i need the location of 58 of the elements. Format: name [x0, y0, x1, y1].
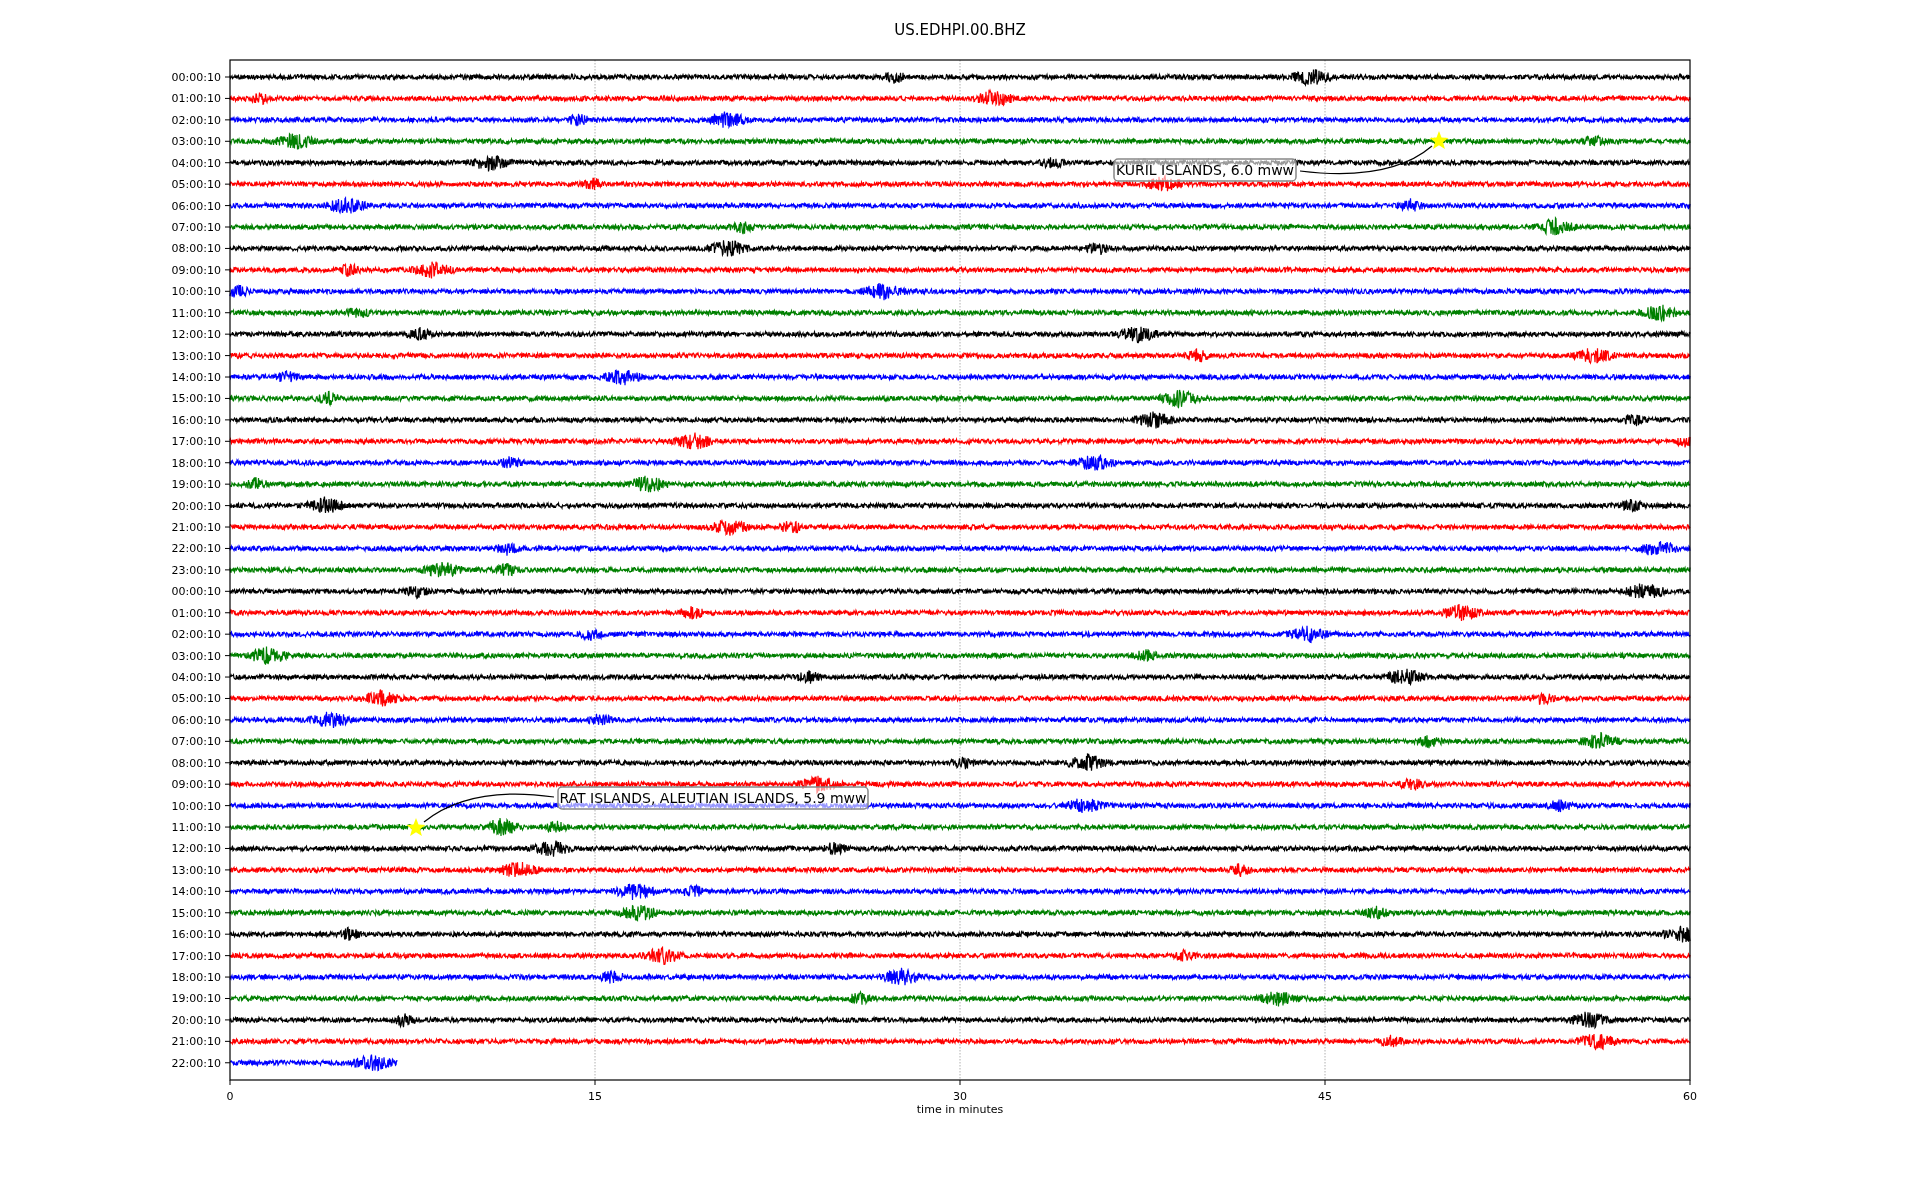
time-label: 22:00:10 [171, 1056, 221, 1070]
time-label: 18:00:10 [171, 971, 221, 985]
time-label: 14:00:10 [171, 885, 221, 899]
time-label: 16:00:10 [171, 413, 221, 427]
time-label: 20:00:10 [171, 1013, 221, 1027]
x-tick-label: 45 [1318, 1090, 1332, 1103]
time-label: 05:00:10 [171, 692, 221, 706]
x-tick-label: 15 [588, 1090, 602, 1103]
time-label: 13:00:10 [171, 349, 221, 363]
time-label: 01:00:10 [171, 92, 221, 106]
time-label: 07:00:10 [171, 735, 221, 749]
time-label: 05:00:10 [171, 178, 221, 192]
time-label: 00:00:10 [171, 585, 221, 599]
time-label: 00:00:10 [171, 71, 221, 84]
time-label: 11:00:10 [171, 306, 221, 320]
time-label: 09:00:10 [171, 778, 221, 792]
time-label: 02:00:10 [171, 113, 221, 127]
star-icon [1429, 131, 1449, 150]
x-tick-label: 0 [226, 1090, 234, 1103]
time-label: 08:00:10 [171, 756, 221, 770]
time-label: 06:00:10 [171, 199, 221, 213]
time-label: 18:00:10 [171, 456, 221, 470]
time-label: 09:00:10 [171, 263, 221, 277]
time-label: 03:00:10 [171, 649, 221, 663]
time-label: 17:00:10 [171, 949, 221, 963]
time-label: 10:00:10 [171, 799, 221, 813]
time-label: 15:00:10 [171, 392, 221, 406]
time-label: 12:00:10 [171, 842, 221, 856]
time-label: 04:00:10 [171, 156, 221, 170]
time-label: 21:00:10 [171, 1035, 221, 1049]
time-label: 22:00:10 [171, 542, 221, 556]
time-label: 10:00:10 [171, 285, 221, 299]
time-label: 14:00:10 [171, 371, 221, 384]
star-icon [406, 818, 426, 837]
x-axis-label: time in minutes [916, 1103, 1004, 1116]
time-label: 23:00:10 [171, 563, 221, 577]
time-label: 07:00:10 [171, 221, 221, 234]
time-label: 21:00:10 [171, 521, 221, 535]
time-label: 19:00:10 [171, 478, 221, 492]
time-label: 20:00:10 [171, 499, 221, 513]
time-label: 17:00:10 [171, 435, 221, 449]
time-label: 08:00:10 [171, 242, 221, 256]
time-label: 12:00:10 [171, 328, 221, 342]
event-label: RAT ISLANDS, ALEUTIAN ISLANDS, 5.9 mww [557, 786, 869, 810]
time-label: 06:00:10 [171, 713, 221, 727]
time-label: 11:00:10 [171, 821, 221, 835]
x-tick-label: 60 [1683, 1090, 1697, 1103]
time-label: 15:00:10 [171, 906, 221, 920]
plot-title: US.EDHPI.00.BHZ [894, 21, 1026, 39]
time-label: 19:00:10 [171, 992, 221, 1006]
time-label: 04:00:10 [171, 671, 221, 685]
time-label: 16:00:10 [171, 928, 221, 942]
x-tick-label: 30 [953, 1090, 967, 1103]
time-label: 01:00:10 [171, 606, 221, 620]
time-label: 03:00:10 [171, 135, 221, 149]
time-label: 02:00:10 [171, 628, 221, 642]
event-label: KURIL ISLANDS, 6.0 mww [1113, 158, 1297, 182]
time-label: 13:00:10 [171, 863, 221, 877]
